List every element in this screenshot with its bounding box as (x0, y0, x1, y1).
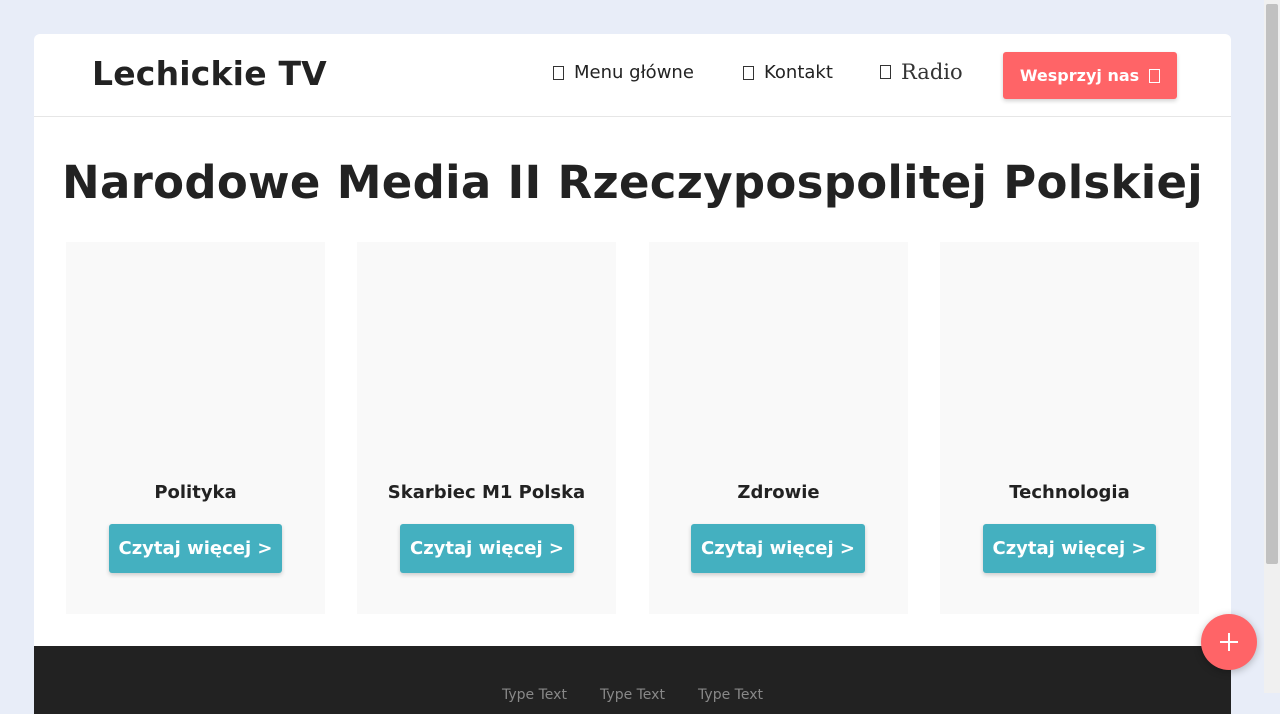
site-header: Lechickie TV Menu główne Kontakt Radio W… (34, 34, 1231, 117)
box-icon (880, 65, 891, 79)
read-more-button[interactable]: Czytaj więcej > (983, 524, 1156, 573)
plus-icon (1228, 633, 1230, 651)
read-more-button[interactable]: Czytaj więcej > (109, 524, 282, 573)
footer-links: Type Text Type Text Type Text (34, 684, 1231, 703)
nav-item-label: Menu główne (574, 62, 694, 83)
footer-link[interactable]: Type Text (502, 687, 567, 703)
nav-item-radio[interactable]: Radio (880, 60, 963, 84)
category-card: Polityka Czytaj więcej > (66, 242, 325, 614)
footer-link[interactable]: Type Text (600, 687, 665, 703)
read-more-button[interactable]: Czytaj więcej > (691, 524, 865, 573)
category-card: Skarbiec M1 Polska Czytaj więcej > (357, 242, 616, 614)
card-title: Polityka (154, 482, 237, 503)
card-title: Skarbiec M1 Polska (387, 482, 586, 503)
add-button[interactable] (1201, 614, 1257, 670)
scrollbar-thumb[interactable] (1266, 4, 1278, 564)
nav-item-kontakt[interactable]: Kontakt (743, 62, 833, 83)
site-footer: Type Text Type Text Type Text (34, 646, 1231, 714)
support-button[interactable]: Wesprzyj nas (1003, 52, 1177, 99)
category-card: Technologia Czytaj więcej > (940, 242, 1199, 614)
box-icon (553, 65, 564, 80)
support-button-label: Wesprzyj nas (1019, 66, 1140, 85)
nav-item-label: Radio (901, 60, 963, 84)
nav-item-label: Kontakt (764, 62, 833, 83)
page-container: Lechickie TV Menu główne Kontakt Radio W… (34, 34, 1231, 714)
page-title: Narodowe Media II Rzeczypospolitej Polsk… (61, 156, 1204, 209)
box-icon (1149, 68, 1161, 83)
category-card: Zdrowie Czytaj więcej > (649, 242, 908, 614)
read-more-button[interactable]: Czytaj więcej > (400, 524, 574, 573)
nav-item-menu[interactable]: Menu główne (553, 62, 694, 83)
card-title: Technologia (1009, 482, 1130, 503)
box-icon (743, 65, 754, 80)
footer-link[interactable]: Type Text (698, 687, 763, 703)
card-title: Zdrowie (737, 482, 820, 503)
